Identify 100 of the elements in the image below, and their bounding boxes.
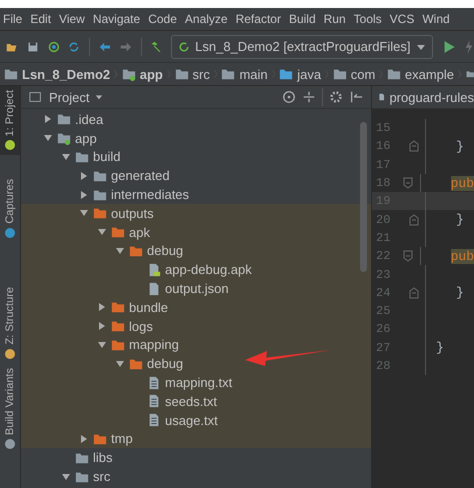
breadcrumb[interactable]: java [279, 66, 322, 82]
menu-item[interactable]: VCS [390, 12, 414, 26]
breadcrumb[interactable]: com [332, 66, 376, 82]
tree-row[interactable]: app-debug.apk [21, 260, 371, 280]
text-file-icon [147, 376, 161, 390]
fold-marker-icon[interactable] [403, 177, 414, 190]
side-tab[interactable]: Build Variants [0, 364, 20, 454]
refresh-icon[interactable] [68, 40, 80, 54]
folder-icon [129, 356, 143, 371]
tree-row[interactable]: generated [21, 166, 371, 186]
collapsed-arrow-icon[interactable] [97, 321, 107, 332]
editor-tab[interactable]: proguard-rules [372, 86, 474, 109]
tree-item-label: logs [129, 318, 153, 334]
collapse-icon[interactable] [302, 90, 316, 104]
breadcrumb[interactable]: example [386, 66, 454, 82]
folder-icon [221, 67, 236, 81]
menu-item[interactable]: Refactor [236, 12, 281, 26]
breadcrumb[interactable]: src [174, 66, 210, 82]
hide-panel-icon[interactable] [349, 90, 363, 104]
tree-row[interactable]: debug [21, 242, 371, 260]
side-tab[interactable]: 1: Project [0, 86, 20, 156]
expanded-arrow-icon[interactable] [115, 246, 125, 256]
tree-row[interactable]: bundle [21, 298, 371, 317]
fold-marker-icon[interactable] [403, 250, 414, 262]
fold-marker-icon[interactable] [408, 140, 418, 152]
tree-row[interactable]: logs [21, 316, 371, 336]
hammer-icon[interactable] [150, 40, 162, 54]
menu-item[interactable]: Build [288, 12, 316, 26]
menu-item[interactable]: Wind [422, 12, 450, 26]
tree-row[interactable]: debug [21, 354, 371, 374]
menu-item[interactable]: Run [324, 12, 346, 26]
panel-title[interactable]: Project [49, 90, 90, 104]
expanded-arrow-icon[interactable] [43, 133, 53, 144]
expanded-arrow-icon[interactable] [97, 227, 107, 238]
tree-row[interactable]: intermediates [21, 185, 371, 204]
tree-item-label: libs [93, 450, 113, 466]
run-icon[interactable] [442, 38, 455, 54]
sync-icon [178, 40, 190, 52]
tree-item-label: src [93, 469, 110, 484]
menu-item[interactable]: Edit [30, 12, 52, 26]
fold-marker-icon[interactable] [408, 286, 418, 299]
menu-item[interactable]: Navigate [92, 12, 140, 26]
tree-row[interactable]: build [21, 148, 371, 166]
tree-row[interactable]: output.json [21, 279, 371, 298]
side-tab[interactable]: Captures [0, 175, 20, 244]
tree-row[interactable]: src [21, 467, 371, 486]
tree-item-label: apk [129, 224, 150, 240]
folder-icon [174, 67, 188, 81]
tree-item-label: output.json [165, 281, 229, 296]
save-icon[interactable] [26, 40, 39, 54]
expanded-arrow-icon[interactable] [97, 340, 107, 350]
code-text: pub [450, 248, 474, 264]
collapsed-arrow-icon[interactable] [79, 434, 89, 444]
caret-icon[interactable] [95, 93, 104, 101]
folder-icon [111, 225, 125, 240]
tree-row[interactable]: app [21, 128, 371, 148]
collapsed-arrow-icon[interactable] [79, 190, 89, 200]
menu-item[interactable]: File [3, 12, 22, 26]
crosshair-icon[interactable] [282, 90, 296, 104]
folder-icon [386, 67, 401, 81]
tree-item-label: mapping [129, 337, 179, 352]
window-icon [29, 90, 43, 104]
expanded-arrow-icon[interactable] [115, 358, 125, 369]
tree-row[interactable]: mapping [21, 336, 371, 354]
breadcrumb[interactable]: Lsn_8_Demo2 [4, 66, 110, 82]
tree-row[interactable]: mapping.txt [21, 373, 371, 392]
lightning-icon[interactable] [464, 38, 474, 54]
collapsed-arrow-icon[interactable] [43, 114, 53, 124]
side-tab[interactable]: Z: Structure [0, 283, 20, 364]
gear-icon[interactable] [329, 90, 343, 104]
tree-row[interactable]: outputs [21, 204, 371, 223]
tree-row[interactable]: seeds.txt [21, 392, 371, 411]
tree-item-label: app-debug.apk [165, 262, 252, 278]
tree-row[interactable]: usage.txt [21, 410, 371, 430]
collapsed-arrow-icon[interactable] [97, 302, 107, 312]
tree-row[interactable]: apk [21, 222, 371, 242]
code-text: } [436, 340, 444, 356]
forward-arrow-icon[interactable] [120, 40, 132, 54]
scrollbar[interactable] [360, 122, 367, 272]
tree-item-label: bundle [129, 300, 168, 315]
tree-row[interactable]: tmp [21, 430, 371, 448]
tree-row[interactable]: libs [21, 448, 371, 468]
menu-item[interactable]: Analyze [184, 12, 228, 26]
run-configuration-dropdown[interactable]: Lsn_8_Demo2 [extractProguardFiles] [171, 34, 432, 58]
fold-marker-icon[interactable] [408, 214, 418, 226]
folder-icon [4, 67, 18, 81]
collapsed-arrow-icon[interactable] [79, 170, 89, 181]
breadcrumb[interactable]: app [122, 66, 163, 82]
menu-item[interactable]: Code [148, 12, 177, 26]
menu-item[interactable]: Tools [354, 12, 382, 26]
expanded-arrow-icon[interactable] [61, 152, 71, 162]
folder-icon [332, 67, 347, 81]
line-number: 15 [375, 121, 392, 136]
expanded-arrow-icon[interactable] [79, 208, 89, 218]
menu-item[interactable]: View [59, 12, 85, 26]
tree-row[interactable]: .idea [21, 110, 371, 129]
expanded-arrow-icon[interactable] [61, 472, 71, 482]
breadcrumb[interactable]: main [221, 66, 268, 82]
sync-icon[interactable] [48, 40, 60, 54]
line-number: 28 [375, 359, 392, 373]
